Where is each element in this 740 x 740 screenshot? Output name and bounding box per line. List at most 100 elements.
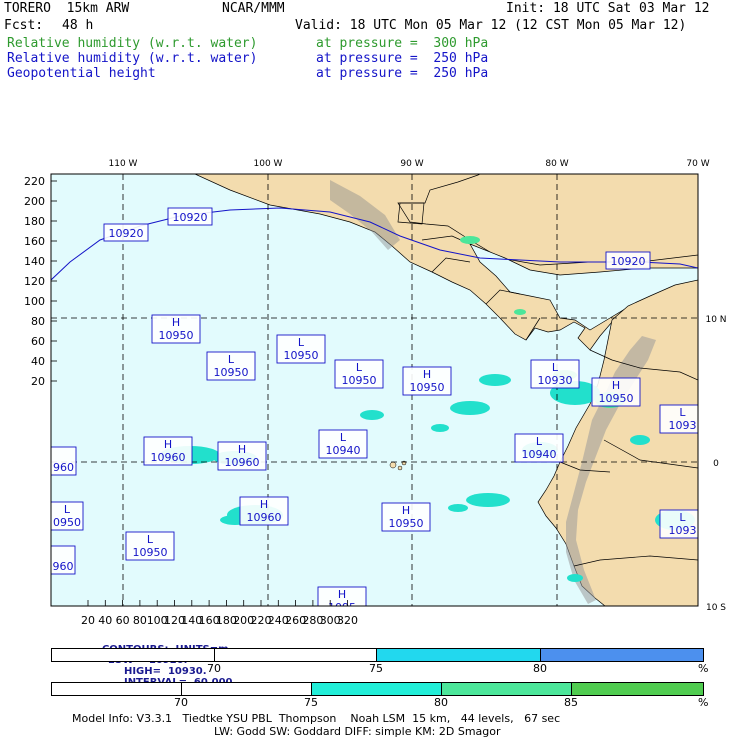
height-label: H1095 <box>317 586 367 614</box>
colorbar-rh300-bin-1 <box>52 683 312 695</box>
colorbar-rh300 <box>51 682 704 696</box>
cb250-tick-70: 70 <box>207 662 221 675</box>
height-label: L10950 <box>125 531 175 561</box>
cb300-tick-80: 80 <box>434 696 448 709</box>
y-tick-label: 80 <box>31 315 45 328</box>
colorbar-rh250 <box>51 648 704 662</box>
lon-label: 80 W <box>545 159 568 169</box>
y-tick-label: 100 <box>24 295 45 308</box>
height-label-value: 0950 <box>53 516 81 529</box>
height-label-value: 10960 <box>151 451 186 464</box>
height-label-value: 1095 <box>328 601 356 614</box>
colorbar-rh250-bin-2 <box>377 649 541 661</box>
y-tick-label: 140 <box>24 255 45 268</box>
x-tick-label: 80 <box>133 614 147 627</box>
height-label: 10920 <box>103 223 149 242</box>
height-label-value: 10960 <box>247 511 282 524</box>
center-name: NCAR/MMM <box>222 1 285 16</box>
lat-label: 0 <box>713 459 719 469</box>
height-label-value: 1093 <box>669 419 697 432</box>
cb250-tick-80: 80 <box>533 662 547 675</box>
x-tick-label: 40 <box>98 614 112 627</box>
height-label-symbol: H <box>423 368 431 381</box>
height-label: H10950 <box>381 502 431 532</box>
field-rh300-name: Relative humidity (w.r.t. water) <box>7 36 258 51</box>
height-label-symbol: L <box>552 361 559 374</box>
cb300-tick-75: 75 <box>304 696 318 709</box>
height-label: 10920 <box>605 251 651 270</box>
height-label: H10960 <box>239 496 289 526</box>
height-label-symbol: H <box>260 498 268 511</box>
field-geopotential-level: at pressure = 250 hPa <box>316 66 489 81</box>
height-label-value: 10920 <box>109 227 144 240</box>
height-label-value: 10950 <box>133 546 168 559</box>
height-label-symbol: L <box>679 406 686 419</box>
height-label-value: 10920 <box>611 255 646 268</box>
height-label-symbol: H <box>172 316 180 329</box>
height-label-symbol: H <box>402 504 410 517</box>
y-tick-label: 60 <box>31 335 45 348</box>
height-label: H10960 <box>143 436 193 466</box>
height-label-value: 10950 <box>214 366 249 379</box>
height-label-symbol: L <box>536 435 543 448</box>
model-title: TORERO 15km ARW <box>4 1 130 16</box>
valid-time: Valid: 18 UTC Mon 05 Mar 12 (12 CST Mon … <box>295 18 687 33</box>
height-label-value: 10950 <box>389 517 424 530</box>
y-tick-label: 20 <box>31 375 45 388</box>
height-label: H10950 <box>591 377 641 407</box>
y-tick-label: 120 <box>24 275 45 288</box>
height-label-symbol: L <box>147 533 154 546</box>
weather-map: 109201092010920H10950L10950L10950L10950 H… <box>24 159 727 627</box>
height-label-value: 10920 <box>173 211 208 224</box>
y-tick-label: 160 <box>24 235 45 248</box>
lat-label: 10 S <box>706 603 726 613</box>
height-label: H10960 <box>217 441 267 471</box>
height-label-symbol: L <box>356 361 363 374</box>
height-label-symbol: H <box>238 443 246 456</box>
x-tick-label: 60 <box>116 614 130 627</box>
model-info-line1: Model Info: V3.3.1 Tiedtke YSU PBL Thomp… <box>72 712 561 725</box>
y-tick-label: 180 <box>24 215 45 228</box>
cb300-tick-pct: % <box>698 696 709 709</box>
height-label-symbol: L <box>228 353 235 366</box>
height-label: L10950 <box>206 351 256 381</box>
height-label-value: 10950 <box>599 392 634 405</box>
height-label: 10920 <box>167 207 213 226</box>
height-label: 960 <box>51 545 76 575</box>
height-label: L10940 <box>318 429 368 459</box>
colorbar-rh250-bin-3 <box>541 649 703 661</box>
field-rh300-level: at pressure = 300 hPa <box>316 36 489 51</box>
lon-label: 90 W <box>400 159 423 169</box>
contour-high: HIGH= 10930. <box>123 666 207 677</box>
colorbar-rh300-bin-3 <box>442 683 572 695</box>
x-tick-label: 20 <box>81 614 95 627</box>
fcst-label: Fcst: <box>4 18 44 33</box>
lon-label: 70 W <box>686 159 709 169</box>
init-time: Init: 18 UTC Sat 03 Mar 12 <box>506 1 710 16</box>
height-label-symbol: L <box>298 336 305 349</box>
lon-label: 100 W <box>254 159 283 169</box>
colorbar-rh300-bin-2 <box>312 683 442 695</box>
y-tick-label: 220 <box>24 175 45 188</box>
height-label: L10930 <box>530 359 580 389</box>
height-label: H10950 <box>402 366 452 396</box>
height-label: L10940 <box>514 433 564 463</box>
field-geopotential-name: Geopotential height <box>7 66 156 81</box>
height-label-symbol: L <box>679 511 686 524</box>
height-label-value: 10930 <box>538 374 573 387</box>
height-label-value: 10940 <box>326 444 361 457</box>
height-label-value: 10950 <box>410 381 445 394</box>
height-label-symbol: L <box>64 503 71 516</box>
field-rh250-level: at pressure = 250 hPa <box>316 51 489 66</box>
fcst-value: 48 h <box>62 18 94 33</box>
height-label-symbol: H <box>338 588 346 601</box>
height-label-symbol: H <box>612 379 620 392</box>
cb300-tick-70: 70 <box>174 696 188 709</box>
height-label-value: 10950 <box>342 374 377 387</box>
height-label-value: 10960 <box>225 456 260 469</box>
height-label: L10950 <box>276 334 326 364</box>
height-label-value: 10940 <box>522 448 557 461</box>
height-label: H10950 <box>151 314 201 344</box>
field-rh250-name: Relative humidity (w.r.t. water) <box>7 51 258 66</box>
colorbar-rh250-bin-1 <box>52 649 377 661</box>
